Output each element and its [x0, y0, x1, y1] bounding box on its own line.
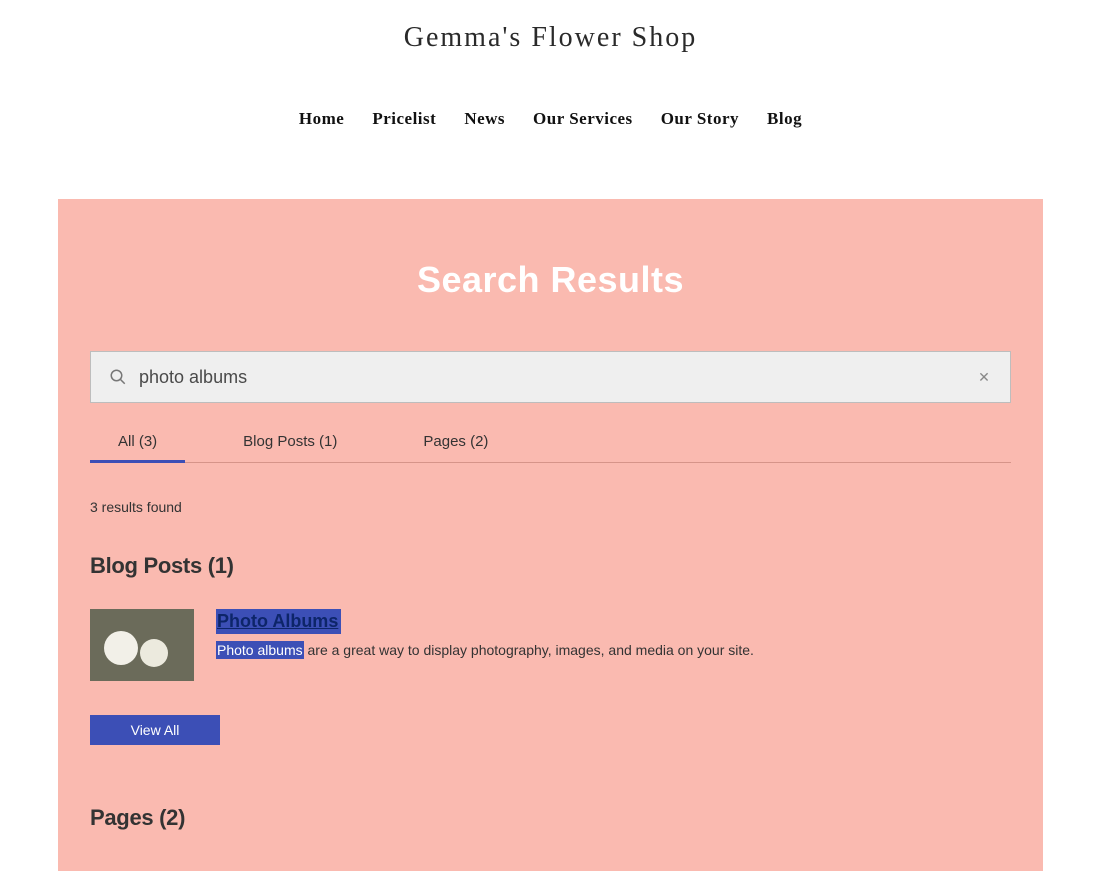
highlight-term: Photo albums [216, 641, 304, 659]
nav-our-services[interactable]: Our Services [533, 109, 633, 129]
result-thumbnail[interactable] [90, 609, 194, 681]
results-count: 3 results found [90, 499, 1011, 515]
result-tabs: All (3) Blog Posts (1) Pages (2) [90, 421, 1011, 463]
tab-blog-posts[interactable]: Blog Posts (1) [215, 421, 365, 462]
nav-news[interactable]: News [464, 109, 505, 129]
result-title-link[interactable]: Photo Albums [216, 609, 341, 634]
clear-search-button[interactable]: ✕ [976, 369, 992, 386]
result-text: Photo Albums Photo albums are a great wa… [216, 609, 754, 658]
view-all-button[interactable]: View All [90, 715, 220, 745]
tab-all[interactable]: All (3) [90, 421, 185, 462]
nav-home[interactable]: Home [299, 109, 344, 129]
result-item: Photo Albums Photo albums are a great wa… [90, 609, 1011, 681]
result-description: Photo albums are a great way to display … [216, 642, 754, 658]
nav-our-story[interactable]: Our Story [661, 109, 739, 129]
site-title: Gemma's Flower Shop [0, 22, 1101, 54]
search-results-panel: Search Results ✕ All (3) Blog Posts (1) … [58, 199, 1043, 871]
section-title-blog-posts: Blog Posts (1) [90, 553, 1011, 579]
nav-pricelist[interactable]: Pricelist [372, 109, 436, 129]
nav-blog[interactable]: Blog [767, 109, 802, 129]
section-title-pages: Pages (2) [90, 805, 1011, 831]
main-nav: Home Pricelist News Our Services Our Sto… [0, 109, 1101, 129]
search-bar: ✕ [90, 351, 1011, 403]
search-icon [109, 368, 127, 386]
result-desc-rest: are a great way to display photography, … [304, 642, 754, 658]
search-input[interactable] [139, 367, 976, 388]
search-results-heading: Search Results [58, 259, 1043, 301]
tab-pages[interactable]: Pages (2) [395, 421, 516, 462]
